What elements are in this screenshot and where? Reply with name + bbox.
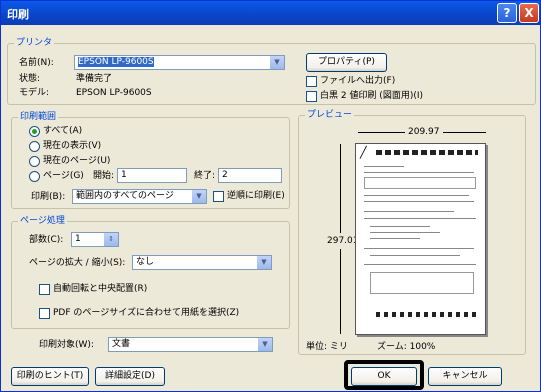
- pdf-paper-label: PDF のページサイズに合わせて用紙を選択(Z): [53, 308, 240, 318]
- print-dialog: 印刷 ? X プリンタ 名前(N): EPSON LP-9600S ▼ プロパテ…: [0, 0, 541, 392]
- table-box: [370, 272, 474, 294]
- page-handling-legend: ページ処理: [18, 216, 67, 227]
- model-value: EPSON LP-9600S: [76, 88, 152, 98]
- text-line: [364, 211, 454, 212]
- print-what-label: 印刷対象(W):: [39, 340, 94, 350]
- text-line: [364, 218, 476, 219]
- help-button[interactable]: ?: [497, 3, 517, 23]
- range-pages-radio[interactable]: [29, 171, 40, 182]
- print-to-file-label: ファイルへ出力(F): [320, 76, 396, 86]
- text-line: [364, 201, 474, 202]
- text-line: [370, 238, 420, 239]
- status-label: 状態:: [19, 74, 41, 84]
- range-current-view-radio[interactable]: [29, 141, 40, 152]
- text-line: [364, 166, 404, 167]
- auto-rotate-label: 自動回転と中央配置(R): [53, 284, 148, 294]
- scaling-value: なし: [136, 257, 155, 267]
- text-line: [364, 172, 474, 173]
- print-tips-button[interactable]: 印刷のヒント(T): [11, 367, 89, 386]
- text-line: [364, 264, 476, 265]
- text-line: [364, 195, 469, 196]
- preview-width: 209.97: [405, 126, 443, 138]
- model-label: モデル:: [19, 88, 50, 98]
- copies-label: 部数(C):: [29, 235, 64, 245]
- range-current-view-label: 現在の表示(V): [43, 141, 102, 151]
- page-preview: ╱: [355, 143, 486, 335]
- pdf-paper-checkbox[interactable]: [39, 308, 50, 319]
- printer-legend: プリンタ: [14, 38, 55, 49]
- print-to-file-checkbox[interactable]: [306, 76, 317, 87]
- start-page-input[interactable]: 1: [117, 168, 187, 183]
- scaling-label: ページの拡大 / 縮小(S):: [29, 258, 126, 268]
- reverse-order-label: 逆順に印刷(E): [227, 191, 285, 201]
- barcode-top: [376, 150, 478, 155]
- text-line: [364, 248, 474, 249]
- preview-height: 297.01: [327, 233, 359, 249]
- title-bar: 印刷 ? X: [1, 1, 540, 25]
- reverse-order-checkbox[interactable]: [213, 191, 224, 202]
- start-page-label: 開始:: [93, 171, 115, 181]
- range-current-page-radio[interactable]: [29, 156, 40, 167]
- range-current-page-label: 現在のページ(U): [43, 156, 111, 166]
- range-all-label: すべて(A): [43, 126, 83, 136]
- units-label: 単位: ミリ: [306, 342, 348, 352]
- chevron-down-icon[interactable]: ▼: [256, 256, 271, 269]
- two-tone-label: 白黒 2 値印刷 (図面用)(I): [320, 91, 424, 101]
- printer-name-select[interactable]: EPSON LP-9600S ▼: [74, 55, 285, 70]
- copies-input[interactable]: 1 ⇕: [71, 232, 119, 247]
- preview-legend: プレビュー: [305, 110, 355, 121]
- text-line: [370, 226, 430, 227]
- end-page-label: 終了:: [194, 171, 216, 181]
- range-all-radio[interactable]: [29, 126, 40, 137]
- copies-value: 1: [75, 234, 81, 244]
- text-line: [370, 255, 460, 256]
- pen-icon: ╱: [360, 146, 367, 159]
- dialog-title: 印刷: [7, 8, 29, 21]
- ok-button[interactable]: OK: [351, 367, 417, 386]
- chevron-down-icon[interactable]: ▼: [269, 56, 284, 69]
- barcode-bottom: [376, 312, 476, 317]
- print-what-value: 文書: [112, 339, 131, 349]
- range-pages-label: ページ(G): [43, 171, 84, 181]
- print-subset-value: 範囲内のすべてのページ: [76, 191, 174, 201]
- close-button[interactable]: X: [519, 3, 539, 23]
- print-range-legend: 印刷範囲: [18, 112, 59, 123]
- print-subset-select[interactable]: 範囲内のすべてのページ ▼: [72, 189, 207, 204]
- chevron-down-icon[interactable]: ▼: [191, 190, 206, 203]
- spinner-icon[interactable]: ⇕: [103, 233, 118, 246]
- text-box: [364, 177, 476, 189]
- scaling-select[interactable]: なし ▼: [132, 255, 272, 270]
- two-tone-checkbox[interactable]: [306, 91, 317, 102]
- printer-name-value: EPSON LP-9600S: [78, 57, 154, 67]
- chevron-down-icon[interactable]: ▼: [257, 338, 272, 351]
- print-subset-label: 印刷(B):: [31, 192, 66, 202]
- zoom-label: ズーム: 100%: [377, 342, 436, 352]
- properties-button[interactable]: プロパティ(P): [306, 53, 387, 72]
- auto-rotate-checkbox[interactable]: [39, 284, 50, 295]
- printer-name-label: 名前(N):: [19, 58, 54, 68]
- text-line: [370, 232, 440, 233]
- status-value: 準備完了: [76, 74, 113, 84]
- end-page-input[interactable]: 2: [218, 168, 282, 183]
- advanced-button[interactable]: 詳細設定(D): [95, 367, 165, 386]
- print-what-select[interactable]: 文書 ▼: [108, 337, 273, 352]
- cancel-button[interactable]: キャンセル: [428, 367, 502, 386]
